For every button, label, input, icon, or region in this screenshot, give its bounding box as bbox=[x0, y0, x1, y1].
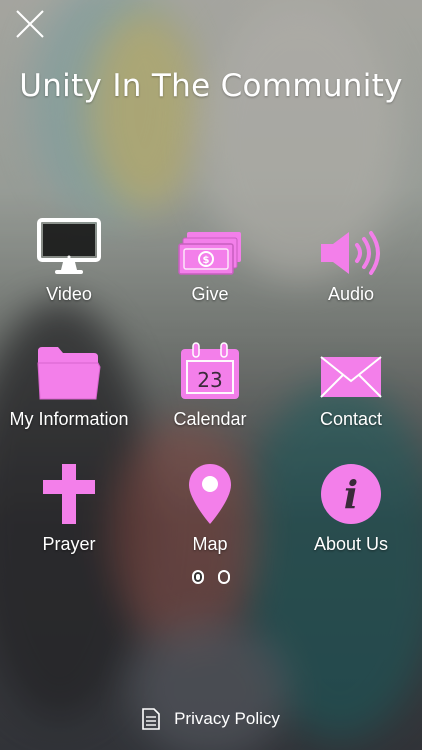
close-button[interactable] bbox=[14, 8, 46, 40]
menu-item-label: Video bbox=[46, 284, 92, 304]
menu-item-video[interactable]: Video bbox=[0, 210, 139, 305]
envelope-icon bbox=[320, 356, 382, 398]
speaker-icon bbox=[321, 231, 380, 275]
money-icon: $ bbox=[178, 232, 241, 275]
page-indicator[interactable] bbox=[0, 570, 422, 584]
privacy-policy-link[interactable]: Privacy Policy bbox=[0, 708, 422, 730]
menu-item-prayer[interactable]: Prayer bbox=[0, 460, 139, 555]
menu-item-label: Prayer bbox=[42, 534, 96, 554]
page-dot-2[interactable] bbox=[218, 570, 230, 584]
menu-item-audio[interactable]: Audio bbox=[281, 210, 421, 305]
menu-item-label: Contact bbox=[319, 409, 383, 429]
page-dot-1[interactable] bbox=[192, 570, 204, 584]
menu-item-label: Give bbox=[191, 284, 229, 304]
close-icon bbox=[16, 10, 44, 38]
menu-item-label: About Us bbox=[313, 534, 389, 554]
menu-item-contact[interactable]: Contact bbox=[281, 335, 421, 430]
calendar-day: 23 bbox=[197, 368, 222, 392]
menu-item-give[interactable]: $ Give bbox=[140, 210, 280, 305]
folder-icon bbox=[37, 347, 101, 400]
svg-text:i: i bbox=[344, 472, 358, 517]
menu-item-my-information[interactable]: My Information bbox=[0, 335, 139, 430]
calendar-icon: 23 bbox=[181, 342, 239, 399]
privacy-policy-label: Privacy Policy bbox=[174, 709, 280, 728]
info-icon: i bbox=[321, 464, 381, 524]
cross-icon bbox=[43, 464, 95, 524]
monitor-icon bbox=[37, 218, 101, 274]
menu-item-calendar[interactable]: 23 Calendar bbox=[140, 335, 280, 430]
menu-item-label: My Information bbox=[9, 409, 129, 429]
map-pin-icon bbox=[189, 464, 231, 524]
document-icon bbox=[142, 708, 160, 730]
menu-item-map[interactable]: Map bbox=[140, 460, 280, 555]
menu-item-label: Audio bbox=[327, 284, 375, 304]
menu-item-about-us[interactable]: i About Us bbox=[281, 460, 421, 555]
svg-text:$: $ bbox=[203, 255, 210, 266]
page-title: Unity In The Community bbox=[19, 68, 403, 104]
menu-item-label: Calendar bbox=[173, 409, 247, 429]
menu-item-label: Map bbox=[192, 534, 228, 554]
